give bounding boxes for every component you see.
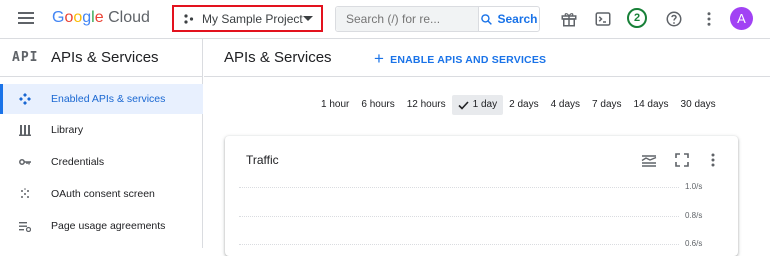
check-icon (458, 100, 469, 110)
page-title: APIs & Services (224, 49, 332, 66)
sidebar-item-label: Library (51, 124, 84, 136)
gift-icon[interactable] (560, 10, 578, 28)
chevron-down-icon (303, 16, 313, 21)
logo-letter: o (73, 9, 83, 26)
y-axis-label: 0.6/s (685, 239, 703, 248)
sidebar-item-label: Credentials (51, 156, 105, 168)
search-button[interactable]: Search (478, 7, 539, 31)
time-range-7-days[interactable]: 7 days (586, 95, 627, 115)
time-range-1-hour[interactable]: 1 hour (315, 95, 355, 115)
enable-apis-button[interactable]: + ENABLE APIS AND SERVICES (374, 49, 547, 69)
sidebar-item-enabled-apis[interactable]: Enabled APIs & services (0, 84, 203, 114)
notifications-badge[interactable]: 2 (627, 8, 647, 28)
sidebar-item-label: Enabled APIs & services (51, 93, 166, 105)
time-range-6-hours[interactable]: 6 hours (355, 95, 400, 115)
logo-letter: e (94, 9, 104, 26)
sidebar-item-label: OAuth consent screen (51, 188, 155, 200)
legend-toggle-icon[interactable] (641, 152, 657, 168)
page-usage-icon (19, 222, 31, 232)
sidebar-item-library[interactable]: Library (0, 115, 203, 145)
fullscreen-icon[interactable] (674, 152, 690, 168)
search-icon (481, 13, 493, 25)
y-axis-label: 1.0/s (685, 182, 703, 191)
sidebar-title: APIs & Services (51, 49, 159, 66)
card-title: Traffic (246, 153, 279, 167)
top-bar: Google Cloud My Sample Project Search 2 (0, 0, 770, 39)
gridline (239, 244, 679, 245)
time-range-1-day[interactable]: 1 day (451, 95, 504, 115)
search-button-label: Search (497, 12, 538, 26)
sidebar-header: API APIs & Services (0, 39, 203, 77)
project-name: My Sample Project (202, 11, 303, 26)
project-picker[interactable]: My Sample Project (172, 5, 323, 32)
avatar[interactable]: A (730, 7, 753, 30)
help-icon[interactable] (665, 10, 683, 28)
time-range-12-hours[interactable]: 12 hours (401, 95, 452, 115)
y-axis-label: 0.8/s (685, 211, 703, 220)
logo-letter: g (82, 9, 92, 26)
sidebar-item-page-usage[interactable]: Page usage agreements (0, 211, 203, 241)
menu-icon[interactable] (18, 12, 34, 24)
time-range-label: 1 day (472, 99, 498, 110)
time-range-14-days[interactable]: 14 days (628, 95, 675, 115)
enabled-apis-icon (19, 93, 31, 105)
sidebar: API APIs & Services Enabled APIs & servi… (0, 39, 203, 248)
google-cloud-logo[interactable]: Google Cloud (52, 9, 150, 27)
api-logo: API (12, 50, 39, 65)
project-icon (184, 13, 194, 24)
time-range-selector: 1 hour 6 hours 12 hours 1 day 2 days 4 d… (315, 95, 722, 115)
time-range-2-days[interactable]: 2 days (503, 95, 544, 115)
time-range-30-days[interactable]: 30 days (675, 95, 722, 115)
search-input[interactable] (336, 7, 478, 31)
sidebar-item-label: Page usage agreements (51, 220, 166, 232)
more-vert-icon[interactable] (705, 152, 721, 168)
plus-icon: + (374, 49, 385, 68)
enable-apis-label: ENABLE APIS AND SERVICES (390, 54, 547, 66)
oauth-consent-icon (21, 188, 29, 198)
gridline (239, 216, 679, 217)
key-icon (19, 159, 31, 165)
gridline (239, 187, 679, 188)
search-box: Search (335, 6, 540, 32)
logo-cloud: Cloud (108, 9, 150, 26)
more-vert-icon[interactable] (700, 10, 718, 28)
logo-letter: G (52, 9, 65, 26)
time-range-4-days[interactable]: 4 days (545, 95, 586, 115)
sidebar-item-credentials[interactable]: Credentials (0, 147, 203, 177)
traffic-card: Traffic 1.0/s 0.8/s 0.6/s (225, 136, 738, 256)
main-header: APIs & Services + ENABLE APIS AND SERVIC… (204, 39, 770, 77)
library-icon (19, 125, 31, 136)
cloud-shell-icon[interactable] (594, 10, 612, 28)
sidebar-item-oauth-consent[interactable]: OAuth consent screen (0, 179, 203, 209)
logo-google: Google (52, 9, 104, 26)
